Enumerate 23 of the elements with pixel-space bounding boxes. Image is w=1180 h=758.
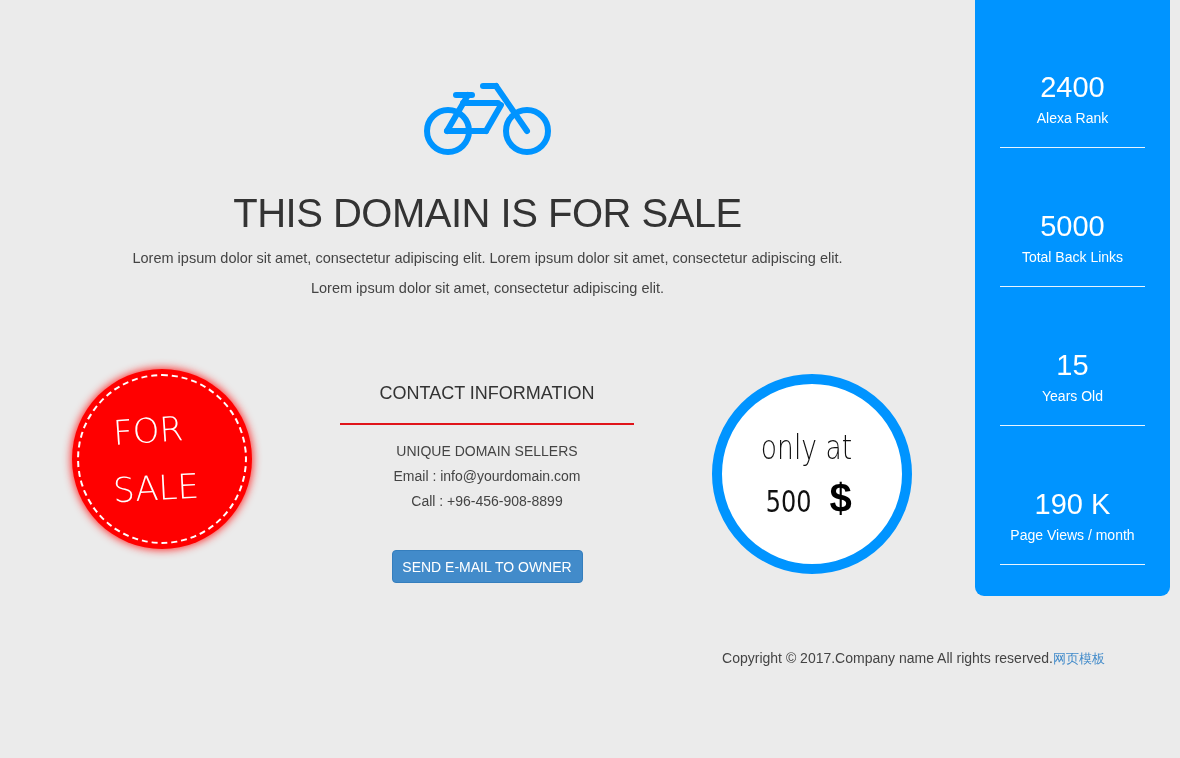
contact-phone: Call : +96-456-908-8899 [411, 492, 563, 511]
stat-label: Years Old [1042, 387, 1103, 406]
price-intro: only at [760, 426, 852, 468]
currency-sign: $ [829, 478, 852, 518]
page-title: THIS DOMAIN IS FOR SALE [233, 190, 742, 237]
stat-label: Alexa Rank [1036, 109, 1109, 128]
stat-label: Page Views / month [1010, 526, 1135, 545]
copyright-text: Copyright © 2017.Company name All rights reserved.网页模板 [722, 649, 1105, 668]
badge-text: FOR [111, 408, 185, 453]
badge-text: SALE [112, 465, 200, 511]
stat-value: 15 [1056, 348, 1089, 382]
intro-paragraph: Lorem ipsum dolor sit amet, consectetur adipiscing elit. Lorem ipsum dolor sit amet, consectetur adipiscing elit. Lorem ipsum dolor sit amet, consectetur adipiscing elit. [132, 249, 843, 298]
contact-email: Email : info@yourdomain.com [393, 467, 581, 486]
stat-value: 190 K [1034, 487, 1111, 521]
send-email-button[interactable]: SEND E-MAIL TO OWNER [391, 550, 583, 583]
footer-link[interactable]: 网页模板 [1053, 651, 1105, 666]
stat-value: 5000 [1040, 209, 1105, 243]
stat-value: 2400 [1040, 70, 1105, 104]
company-name: UNIQUE DOMAIN SELLERS [396, 442, 578, 461]
bicycle-icon [422, 82, 553, 156]
price-amount: 500 [765, 483, 812, 521]
contact-heading: CONTACT INFORMATION [340, 381, 634, 425]
stat-label: Total Back Links [1021, 248, 1124, 267]
